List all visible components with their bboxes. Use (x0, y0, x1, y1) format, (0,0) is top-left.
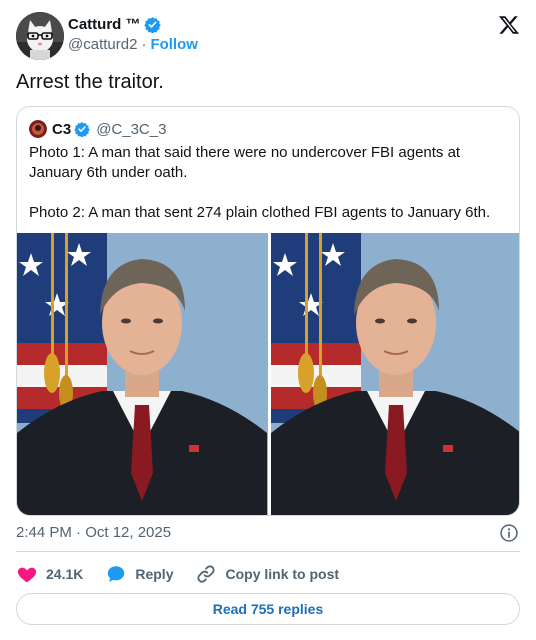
x-logo-icon[interactable] (498, 14, 520, 36)
quoted-handle: @C_3C_3 (96, 120, 167, 138)
photo-2[interactable] (270, 233, 519, 515)
handle-separator: · (141, 36, 147, 53)
reply-button[interactable]: Reply (105, 563, 173, 585)
quoted-tweet[interactable]: C3 @C_3C_3 Photo 1: A man that said ther… (16, 106, 520, 516)
tweet-header: Catturd ™ @catturd2 · Follow (16, 12, 520, 60)
like-count: 24.1K (46, 566, 84, 582)
photo-1[interactable] (17, 233, 268, 515)
quoted-name: C3 (52, 120, 72, 138)
tweet-embed-card: Catturd ™ @catturd2 · Follow Arrest the … (0, 0, 536, 640)
read-replies-label: Read 755 replies (212, 601, 324, 617)
author-info: Catturd ™ @catturd2 · Follow (68, 14, 198, 54)
portrait-image (270, 233, 519, 515)
reply-label: Reply (135, 566, 174, 582)
author-avatar[interactable] (16, 12, 64, 60)
action-bar: 24.1K Reply Copy link to post (16, 562, 361, 586)
verified-badge-icon (74, 122, 90, 137)
cat-avatar-icon (16, 12, 64, 60)
divider (16, 551, 520, 552)
quoted-avatar (29, 120, 47, 138)
link-icon (197, 565, 216, 583)
quoted-paragraph: Photo 1: A man that said there were no u… (29, 144, 461, 181)
info-icon[interactable] (499, 523, 519, 543)
quoted-paragraph: Photo 2: A man that sent 274 plain cloth… (29, 204, 491, 221)
like-button[interactable]: 24.1K (16, 563, 83, 585)
author-name[interactable]: Catturd ™ (68, 16, 141, 33)
post-timestamp[interactable]: 2:44 PM · Oct 12, 2025 (16, 524, 171, 541)
copy-link-label: Copy link to post (225, 566, 340, 582)
portrait-image (17, 233, 267, 515)
quoted-header: C3 @C_3C_3 (29, 119, 166, 139)
heart-icon (17, 567, 37, 583)
tweet-text: Arrest the traitor. (16, 71, 164, 93)
follow-button[interactable]: Follow (150, 36, 198, 53)
reply-bubble-icon (108, 566, 125, 582)
author-handle[interactable]: @catturd2 (68, 36, 137, 53)
quoted-avatar-icon (29, 120, 47, 138)
quoted-text: Photo 1: A man that said there were no u… (29, 143, 513, 243)
copy-link-button[interactable]: Copy link to post (195, 563, 339, 585)
verified-badge-icon (143, 16, 161, 33)
photo-grid (17, 233, 519, 515)
read-replies-button[interactable]: Read 755 replies (16, 593, 520, 625)
